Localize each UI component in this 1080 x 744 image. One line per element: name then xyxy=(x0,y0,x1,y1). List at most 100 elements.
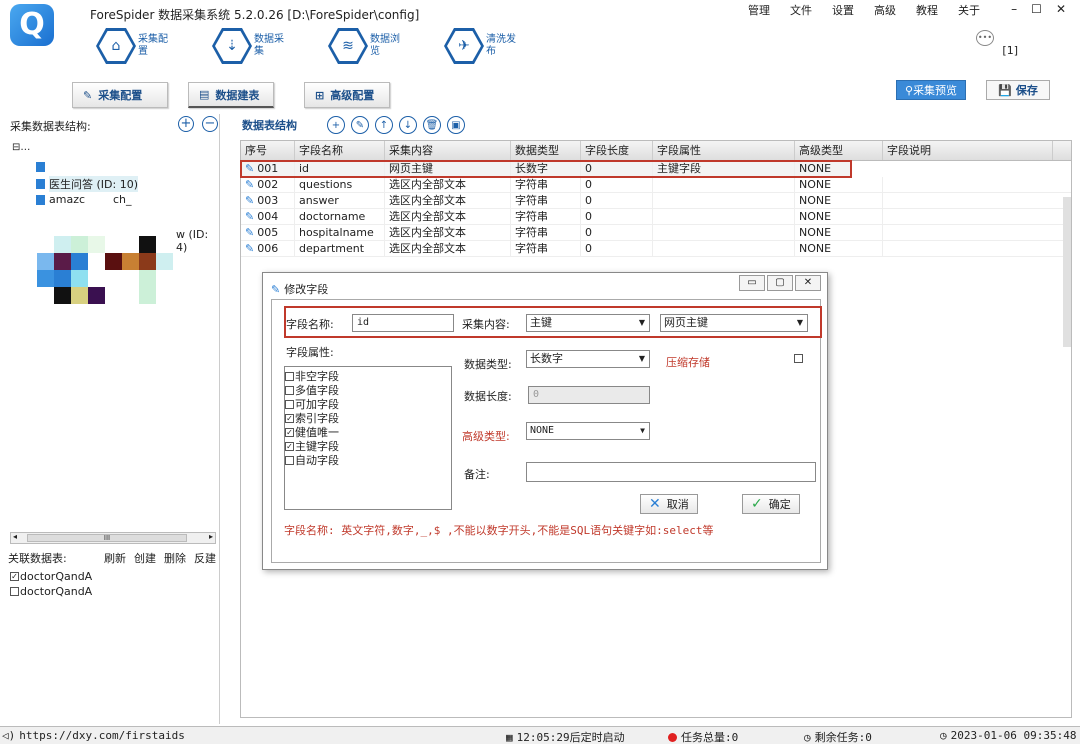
checkbox-icon[interactable] xyxy=(285,385,294,395)
data-type-select[interactable]: 长数字 ▼ xyxy=(526,350,650,368)
edit-field-icon[interactable]: ✎ xyxy=(351,116,369,134)
scroll-right-icon[interactable]: ▸ xyxy=(209,532,213,541)
attr-option[interactable]: 非空字段 xyxy=(285,369,451,383)
checkbox-icon[interactable] xyxy=(10,587,19,596)
remark-input[interactable] xyxy=(526,462,816,482)
cell: NONE xyxy=(795,241,883,256)
table-row[interactable]: ✎ 002 questions 选区内全部文本 字符串 0 NONE xyxy=(241,177,1071,193)
menu-settings[interactable]: 设置 xyxy=(832,2,854,18)
checkbox-icon[interactable] xyxy=(285,455,294,465)
dialog-close-button[interactable]: ✕ xyxy=(795,275,821,291)
compress-checkbox[interactable] xyxy=(794,354,803,363)
tab-data-table[interactable]: ▤ 数据建表 xyxy=(188,82,274,108)
scroll-left-icon[interactable]: ◂ xyxy=(13,532,17,541)
create-button[interactable]: 创建 xyxy=(134,550,156,566)
related-item[interactable]: ✓ doctorQandA xyxy=(10,570,92,583)
refresh-button[interactable]: 刷新 xyxy=(104,550,126,566)
tree-root[interactable]: ⊟… xyxy=(12,142,30,153)
maximize-button[interactable]: ☐ xyxy=(1031,2,1042,16)
nav-collect-config[interactable]: ⌂ 采集配置 xyxy=(96,26,168,66)
minimize-button[interactable]: – xyxy=(1011,2,1017,16)
column-header[interactable]: 字段说明 xyxy=(883,141,1053,160)
attr-option[interactable]: 自动字段 xyxy=(285,453,451,467)
home-icon: ⌂ xyxy=(99,31,133,61)
data-length-input[interactable]: 0 xyxy=(528,386,650,404)
chevron-down-icon: ▼ xyxy=(640,426,645,435)
column-header[interactable]: 高级类型 xyxy=(795,141,883,160)
chat-icon[interactable]: ••• xyxy=(976,30,994,46)
checkbox-icon[interactable] xyxy=(285,399,294,409)
scroll-thumb[interactable]: III xyxy=(27,534,187,542)
table-row[interactable]: ✎ 004 doctorname 选区内全部文本 字符串 0 NONE xyxy=(241,209,1071,225)
field-name-input[interactable]: id xyxy=(352,314,454,332)
app-logo: Q xyxy=(10,4,54,46)
save-field-icon[interactable]: ▣ xyxy=(447,116,465,134)
add-field-icon[interactable]: + xyxy=(327,116,345,134)
rebuild-button[interactable]: 反建 xyxy=(194,550,216,566)
table-toolbar: 数据表结构 + ✎ ↑ ↓ 🗑 ▣ xyxy=(242,116,465,134)
field-name-hint: 字段名称: 英文字符,数字,_,$ ,不能以数字开头,不能是SQL语句关键字如:… xyxy=(284,524,714,537)
cell: NONE xyxy=(795,177,883,192)
column-header[interactable]: 字段长度 xyxy=(581,141,653,160)
remove-table-button[interactable]: − xyxy=(202,116,218,132)
column-header[interactable]: 字段属性 xyxy=(653,141,795,160)
nav-label: 数据浏览 xyxy=(370,34,400,57)
nav-clean-publish[interactable]: ✈ 清洗发布 xyxy=(444,26,516,66)
pin-icon: ✎ xyxy=(245,178,255,191)
cell: 选区内全部文本 xyxy=(385,241,511,256)
save-button[interactable]: 💾 保存 xyxy=(986,80,1050,100)
ok-button[interactable]: ✓ 确定 xyxy=(742,494,800,514)
dialog-minimize-button[interactable]: ▭ xyxy=(739,275,765,291)
nav-data-browse[interactable]: ≋ 数据浏览 xyxy=(328,26,400,66)
checkbox-checked-icon[interactable]: ✓ xyxy=(285,413,294,423)
tree-node[interactable] xyxy=(36,162,45,172)
content-select[interactable]: 主键 ▼ xyxy=(526,314,650,332)
delete-button[interactable]: 删除 xyxy=(164,550,186,566)
nav-data-collect[interactable]: ⇣ 数据采集 xyxy=(212,26,284,66)
move-down-icon[interactable]: ↓ xyxy=(399,116,417,134)
column-header[interactable]: 序号 xyxy=(241,141,295,160)
table-row[interactable]: ✎ 005 hospitalname 选区内全部文本 字符串 0 NONE xyxy=(241,225,1071,241)
cell: 004 xyxy=(257,210,279,223)
pin-icon: ✎ xyxy=(245,210,255,223)
menu-about[interactable]: 关于 xyxy=(958,2,980,18)
column-header[interactable]: 字段名称 xyxy=(295,141,385,160)
cancel-button[interactable]: ✕ 取消 xyxy=(640,494,698,514)
related-item[interactable]: doctorQandA xyxy=(10,585,92,598)
tab-collect-config[interactable]: ✎ 采集配置 xyxy=(72,82,168,108)
trash-icon[interactable]: 🗑 xyxy=(423,116,441,134)
tree-node-doctor-qa[interactable]: 医生问答 (ID: 10) xyxy=(36,176,138,192)
checkbox-checked-icon[interactable]: ✓ xyxy=(285,427,294,437)
dialog-maximize-button[interactable]: ▢ xyxy=(767,275,793,291)
column-header[interactable]: 数据类型 xyxy=(511,141,581,160)
attr-option[interactable]: 多值字段 xyxy=(285,383,451,397)
attr-option[interactable]: ✓ 健值唯一 xyxy=(285,425,451,439)
menu-advanced[interactable]: 高级 xyxy=(874,2,896,18)
menu-manage[interactable]: 管理 xyxy=(748,2,770,18)
table-row[interactable]: ✎ 006 department 选区内全部文本 字符串 0 NONE xyxy=(241,241,1071,257)
tree-horizontal-scrollbar[interactable]: ◂ III ▸ xyxy=(10,532,216,544)
checkbox-checked-icon[interactable]: ✓ xyxy=(285,441,294,451)
adv-type-select[interactable]: NONE ▼ xyxy=(526,422,650,440)
move-up-icon[interactable]: ↑ xyxy=(375,116,393,134)
tree-node-w[interactable]: w (ID: 4) xyxy=(176,228,220,254)
content-sub-select[interactable]: 网页主键 ▼ xyxy=(660,314,808,332)
tree-node-amazon[interactable]: amazc ch_ xyxy=(36,193,132,206)
attr-option[interactable]: ✓ 主键字段 xyxy=(285,439,451,453)
tab-advanced-config[interactable]: ⊞ 高级配置 xyxy=(304,82,390,108)
checkbox-checked-icon[interactable]: ✓ xyxy=(10,572,19,581)
column-header[interactable]: 采集内容 xyxy=(385,141,511,160)
menu-tutorial[interactable]: 教程 xyxy=(916,2,938,18)
table-row[interactable]: ✎ 001 id 网页主键 长数字 0 主键字段 NONE xyxy=(240,160,852,178)
add-table-button[interactable]: + xyxy=(178,116,194,132)
table-row[interactable]: ✎ 003 answer 选区内全部文本 字符串 0 NONE xyxy=(241,193,1071,209)
paper-plane-icon: ✈ xyxy=(447,31,481,61)
download-icon: ⇣ xyxy=(215,31,249,61)
close-button[interactable]: ✕ xyxy=(1056,2,1066,16)
preview-button[interactable]: ⚲ 采集预览 xyxy=(896,80,967,100)
attr-option[interactable]: 可加字段 xyxy=(285,397,451,411)
checkbox-icon[interactable] xyxy=(285,371,294,381)
attr-option[interactable]: ✓ 索引字段 xyxy=(285,411,451,425)
table-vertical-scrollbar[interactable] xyxy=(1063,197,1071,347)
menu-file[interactable]: 文件 xyxy=(790,2,812,18)
